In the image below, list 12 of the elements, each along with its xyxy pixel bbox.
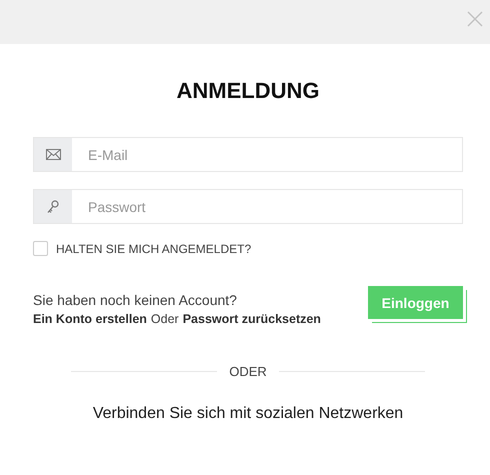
dialog-title: ANMELDUNG (176, 77, 320, 104)
register-link[interactable]: Ein Konto erstellen (33, 312, 147, 326)
key-icon (47, 200, 59, 214)
checkbox[interactable] (33, 241, 48, 256)
or-text: Oder (150, 312, 179, 326)
checkbox-label: HALTEN SIE MICH ANGEMELDET? (56, 242, 252, 256)
divider-text: ODER (229, 364, 267, 379)
social-text: Verbinden Sie sich mit sozialen Netzwerken (92, 405, 404, 423)
reset-password-link[interactable]: Passwort zurücksetzen (182, 312, 321, 326)
close-icon[interactable] (467, 11, 483, 27)
no-account-text: Sie haben noch keinen Account? (33, 292, 238, 308)
envelope-icon (46, 149, 60, 160)
